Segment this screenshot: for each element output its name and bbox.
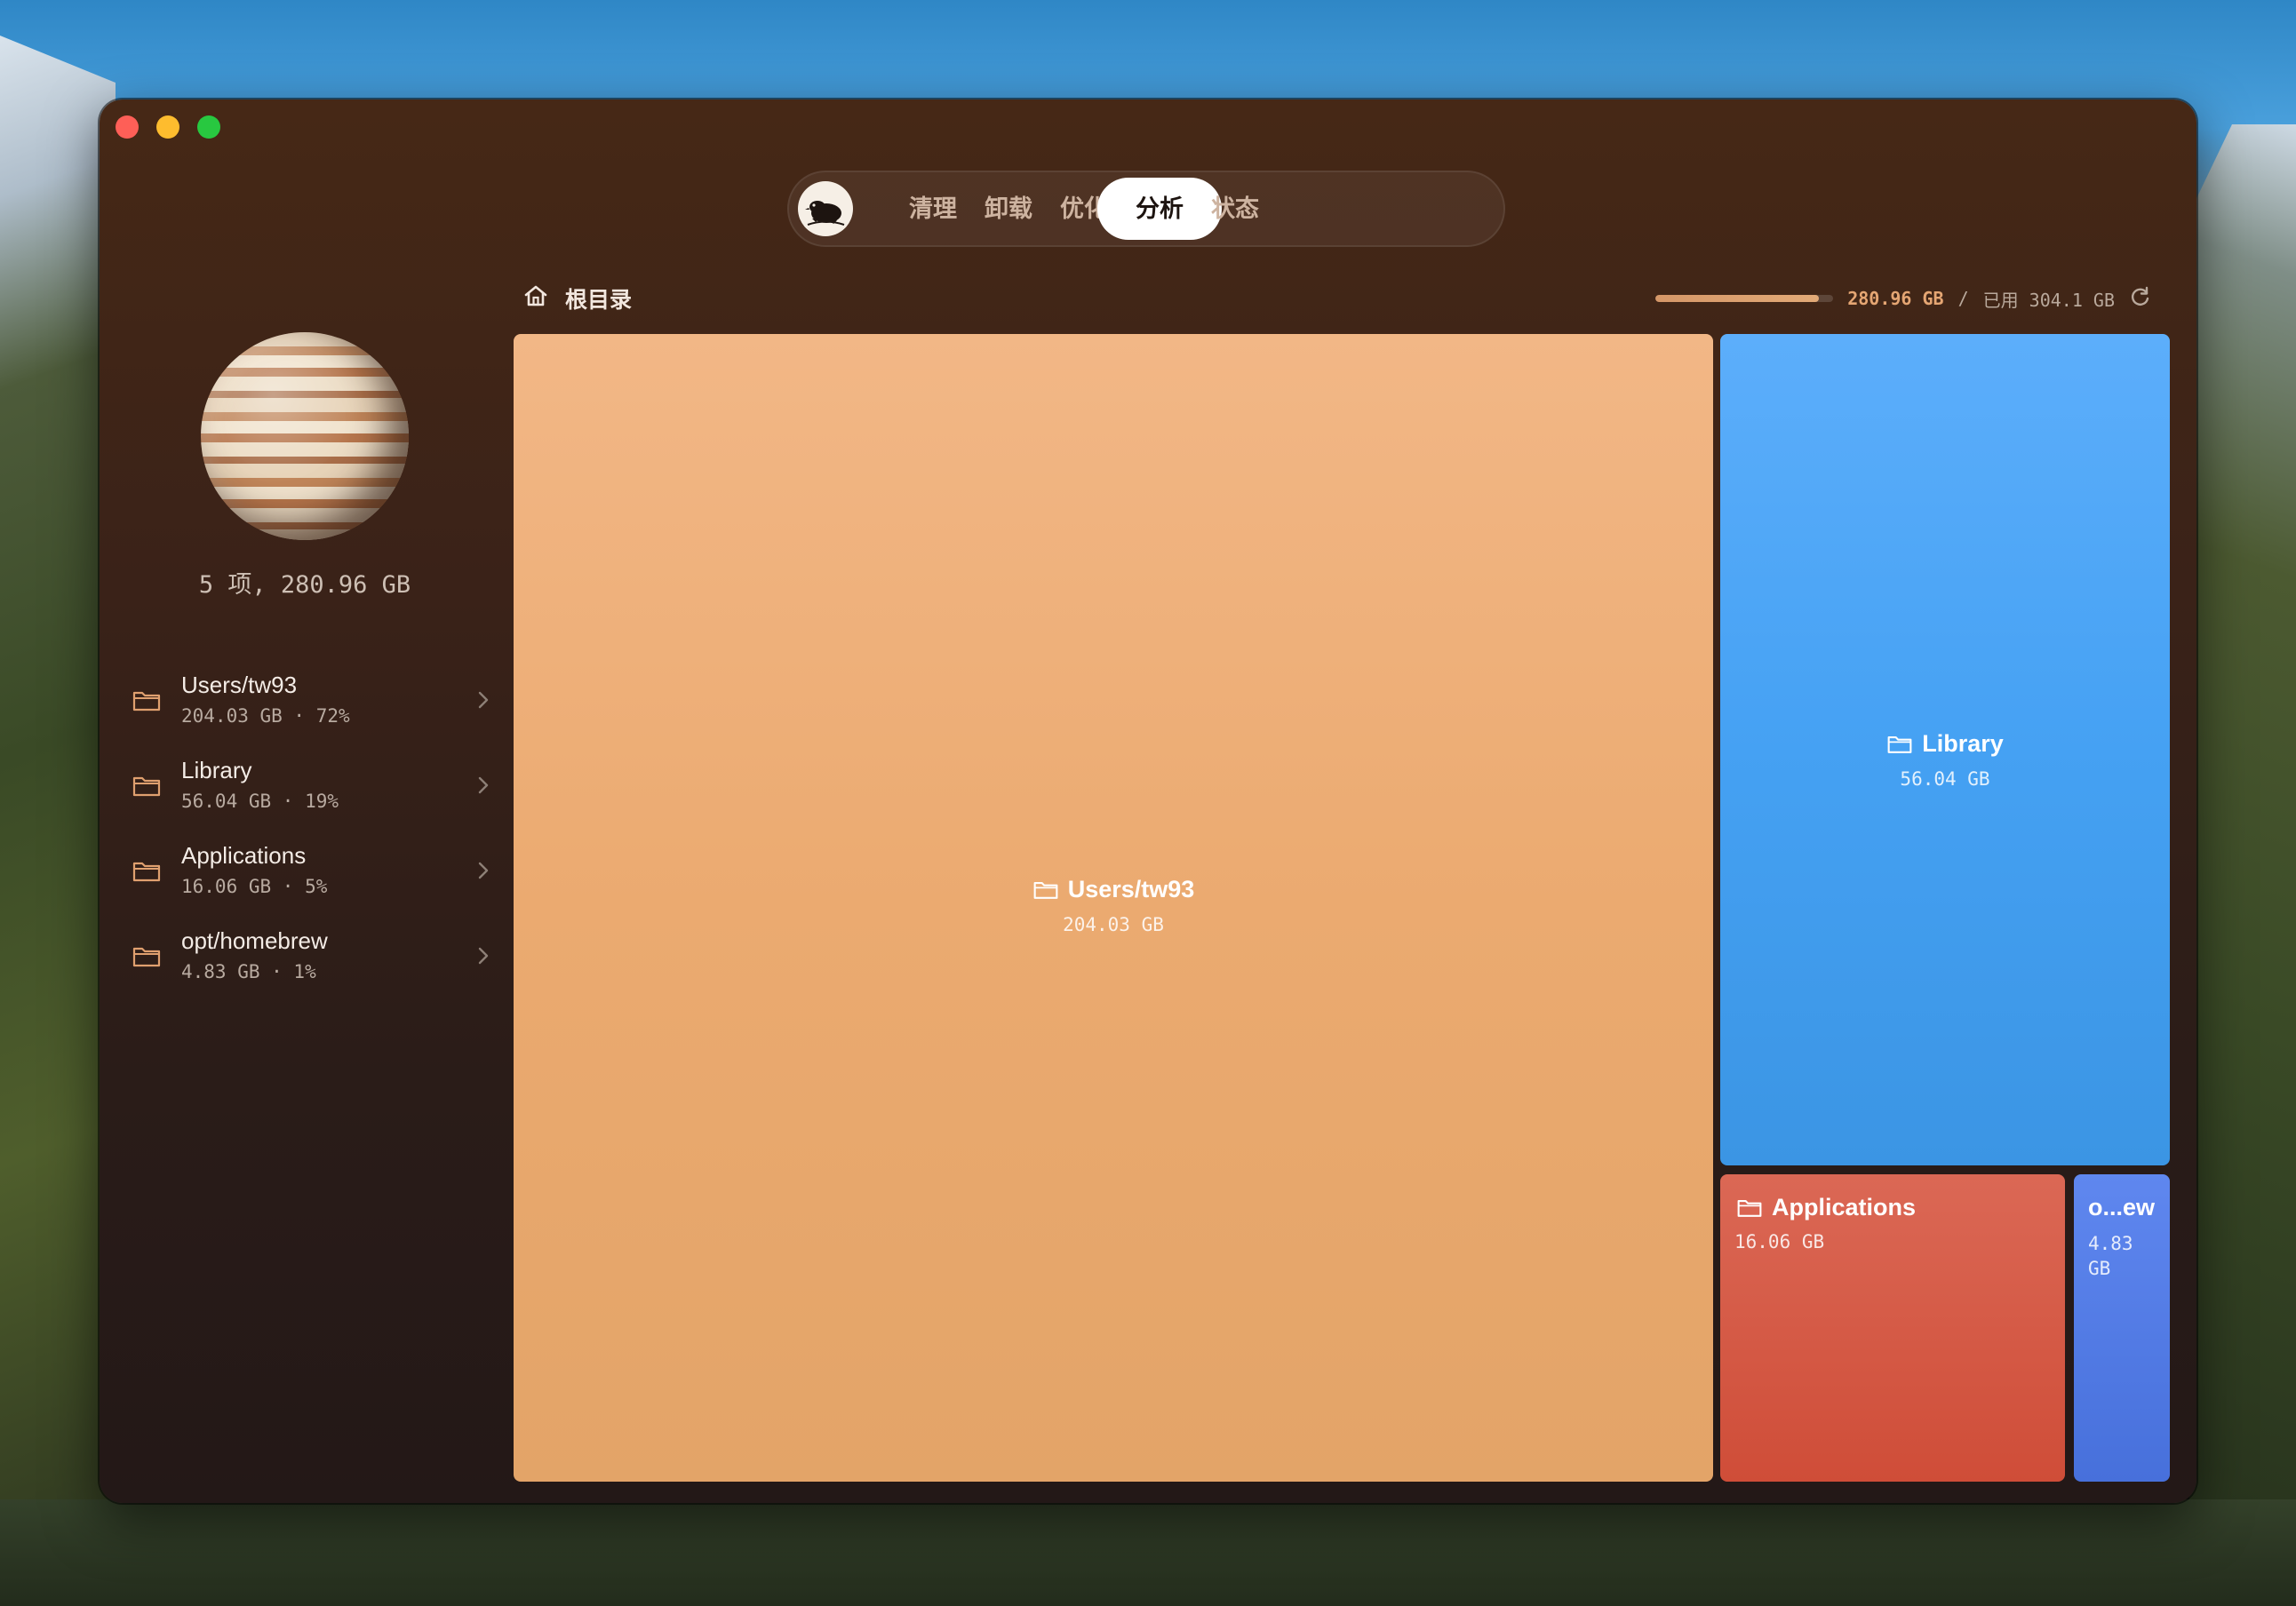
list-item[interactable]: Applications 16.06 GB · 5%: [132, 831, 496, 917]
main-tab-bar: 清理 卸载 优化 分析 状态: [787, 171, 1505, 247]
treemap-tile-applications[interactable]: Applications 16.06 GB: [1720, 1174, 2065, 1482]
list-item-name: Library: [181, 757, 252, 783]
treemap-tile-size: 204.03 GB: [1063, 914, 1164, 935]
folder-list: Users/tw93 204.03 GB · 72% Library 56.04…: [132, 661, 496, 1002]
treemap-tile-label: o...ew: [2088, 1194, 2155, 1221]
usage-total: 已用 304.1 GB: [1982, 289, 2115, 311]
chevron-right-icon: [478, 862, 489, 879]
list-item[interactable]: Library 56.04 GB · 19%: [132, 746, 496, 831]
folder-icon: [132, 776, 161, 797]
refresh-icon[interactable]: [2129, 285, 2152, 313]
tab-status[interactable]: 状态: [1173, 178, 1297, 240]
treemap-tile-size: 16.06 GB: [1734, 1231, 1825, 1252]
folder-icon: [1887, 735, 1912, 753]
folder-icon: [132, 691, 161, 712]
wallpaper-forest: [0, 1499, 2296, 1606]
chevron-right-icon: [478, 691, 489, 709]
list-item[interactable]: opt/homebrew 4.83 GB · 1%: [132, 917, 496, 1002]
window-minimize-button[interactable]: [156, 115, 179, 139]
chevron-right-icon: [478, 776, 489, 794]
summary-text: 5 项, 280.96 GB: [198, 571, 411, 599]
usage-bar-fill: [1655, 295, 1820, 302]
usage-separator: /: [1957, 288, 1969, 309]
treemap-tile-size: 56.04 GB: [1900, 768, 1990, 790]
list-item-name: opt/homebrew: [181, 927, 328, 954]
usage-used: 280.96 GB: [1847, 288, 1944, 309]
list-item-meta: 56.04 GB · 19%: [181, 791, 339, 812]
folder-icon: [132, 947, 161, 967]
treemap-tile-homebrew[interactable]: o...ew 4.83 GB: [2074, 1174, 2170, 1482]
window-zoom-button[interactable]: [197, 115, 220, 139]
breadcrumb-label: 根目录: [565, 288, 633, 313]
breadcrumb[interactable]: 根目录: [522, 281, 632, 316]
app-window: 清理 卸载 优化 分析 状态 根目录 280.96 GB / 已用 304.1 …: [100, 99, 2196, 1503]
folder-icon: [132, 862, 161, 882]
folder-icon: [1033, 881, 1058, 899]
home-icon: [522, 282, 549, 315]
treemap-tile-name: Users/tw93: [1067, 876, 1195, 902]
mole-icon[interactable]: [798, 181, 853, 236]
treemap-tile-name: o...ew: [2088, 1194, 2156, 1220]
chevron-right-icon: [478, 947, 489, 965]
treemap-tile-library[interactable]: Library 56.04 GB: [1720, 334, 2170, 1165]
treemap-tile-users[interactable]: Users/tw93 204.03 GB: [514, 334, 1713, 1482]
planet-icon: [201, 332, 409, 540]
wallpaper-mountain-left: [0, 36, 116, 1606]
treemap-tile-name: Applications: [1772, 1194, 1917, 1220]
wallpaper-mountain-right: [2189, 124, 2296, 1606]
folder-icon: [1737, 1199, 1762, 1217]
window-close-button[interactable]: [116, 115, 139, 139]
list-item-name: Applications: [181, 842, 307, 869]
disk-usage: 280.96 GB / 已用 304.1 GB: [1655, 281, 2152, 316]
treemap-tile-label: Applications: [1736, 1194, 1916, 1221]
treemap-tile-size: 4.83 GB: [2088, 1233, 2133, 1279]
list-item-meta: 204.03 GB · 72%: [181, 705, 350, 727]
treemap-tile-label: Users/tw93: [514, 876, 1713, 903]
treemap-tile-label: Library: [1720, 730, 2170, 758]
treemap-tile-name: Library: [1922, 730, 2004, 757]
list-item-name: Users/tw93: [181, 672, 298, 698]
list-item-meta: 16.06 GB · 5%: [181, 876, 328, 897]
usage-bar: [1655, 295, 1834, 302]
list-item[interactable]: Users/tw93 204.03 GB · 72%: [132, 661, 496, 746]
list-item-meta: 4.83 GB · 1%: [181, 961, 316, 982]
